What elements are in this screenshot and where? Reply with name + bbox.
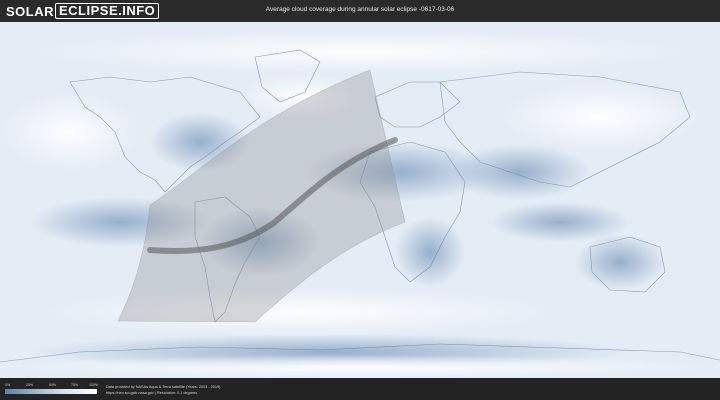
site-logo[interactable]: SOLAR ECLIPSE.INFO [6,3,160,19]
world-map-svg [0,22,720,378]
page-title: Average cloud coverage during annular so… [265,6,455,13]
data-credit-text: Data provided by NASAs Aqua & Terra sate… [106,385,221,389]
footer-bar [0,378,720,400]
header-bar: SOLAR ECLIPSE.INFO Average cloud coverag… [0,0,720,22]
cloud-coverage-map [0,22,720,378]
logo-solar-text: SOLAR [6,3,54,19]
logo-eclipse-text: ECLIPSE.INFO [55,3,160,19]
data-source-link[interactable]: https://neo.sci.gsfc.nasa.gov | Resoluti… [106,391,197,395]
page-frame: SOLAR ECLIPSE.INFO Average cloud coverag… [0,0,720,400]
legend-tick-0: 0% [5,383,11,387]
legend-tick-50: 50% [49,383,57,387]
legend-tick-75: 75% [71,383,79,387]
legend-tick-25: 25% [26,383,34,387]
cloud-coverage-legend [5,389,97,394]
legend-tick-100: 100% [89,383,98,387]
